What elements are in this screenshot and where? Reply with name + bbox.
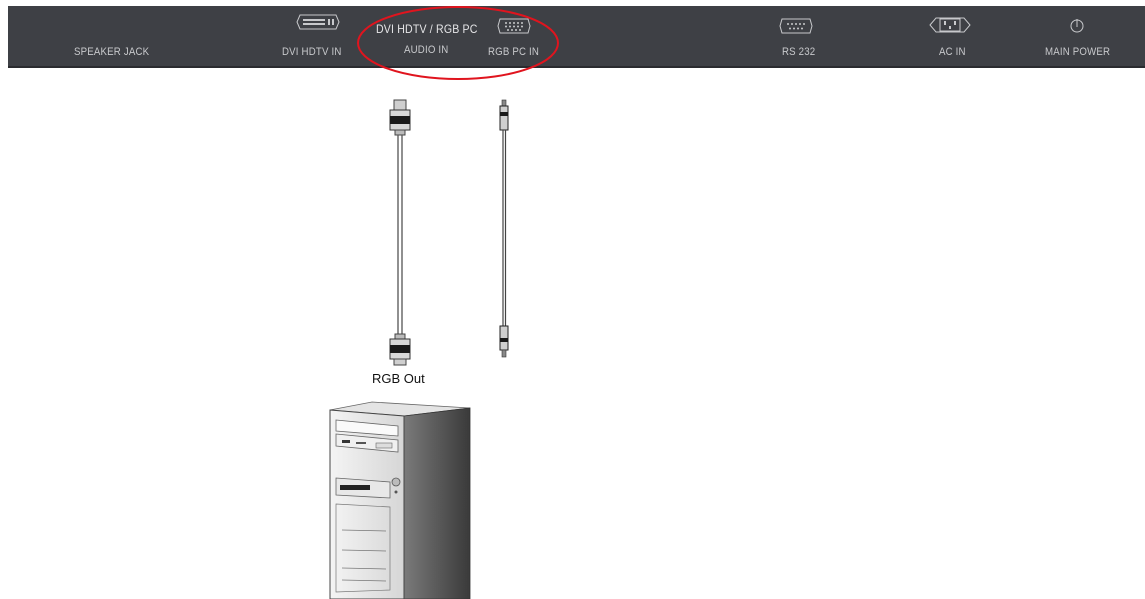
highlight-ellipse bbox=[357, 6, 559, 80]
serial-connector-icon bbox=[779, 18, 813, 34]
audio-cable bbox=[499, 99, 509, 358]
power-switch-icon bbox=[1069, 17, 1085, 35]
ac-power-socket-icon bbox=[928, 15, 972, 35]
main-power-label: MAIN POWER bbox=[1045, 46, 1111, 58]
rgb-out-label: RGB Out bbox=[372, 371, 425, 386]
dvi-connector-icon bbox=[296, 14, 340, 30]
dvi-hdtv-in-label: DVI HDTV IN bbox=[282, 46, 342, 58]
vga-cable bbox=[389, 99, 411, 366]
connector-panel: SPEAKER JACK DVI HDTV IN DVI HDTV / RGB … bbox=[8, 6, 1145, 68]
speaker-jack-label: SPEAKER JACK bbox=[74, 46, 150, 58]
rs232-label: RS 232 bbox=[782, 46, 816, 58]
computer-tower-icon bbox=[329, 401, 471, 599]
ac-in-label: AC IN bbox=[939, 46, 966, 58]
